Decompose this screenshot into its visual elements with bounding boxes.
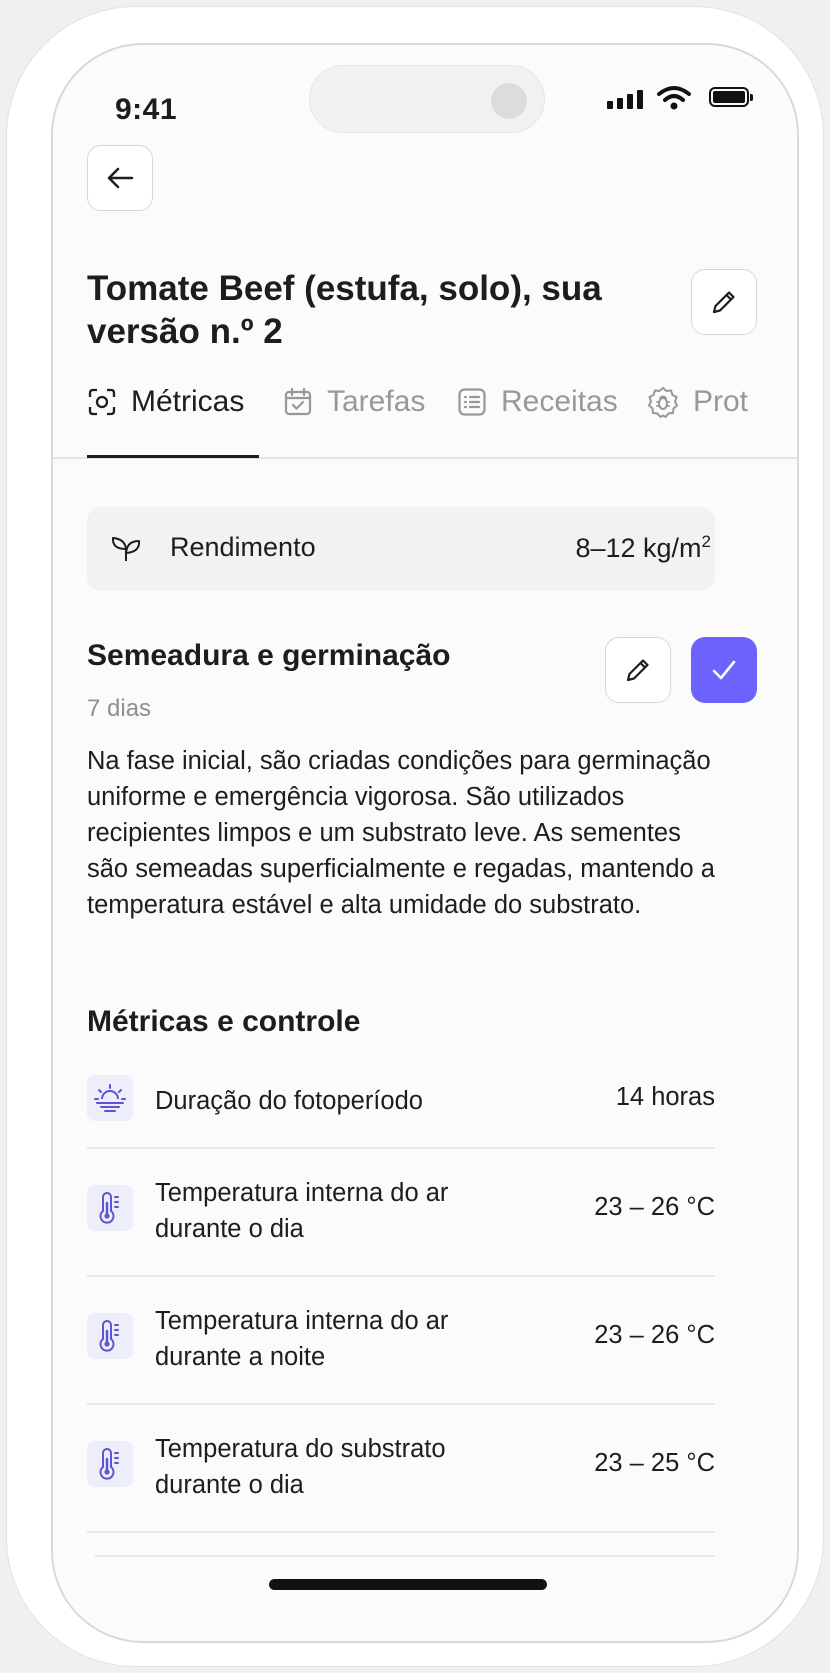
wifi-icon — [657, 86, 691, 110]
metric-row: Duração do fotoperíodo 14 horas — [87, 1055, 715, 1149]
thermometer-glyph — [99, 1448, 119, 1480]
tab-label: Métricas — [131, 385, 245, 418]
metric-label: Temperatura do substrato durante o dia — [155, 1435, 446, 1499]
thermometer-icon — [87, 1313, 133, 1359]
metric-value: 23 – 26 °C — [594, 1321, 715, 1349]
divider — [95, 1555, 715, 1557]
scan-icon — [88, 388, 116, 416]
tab-tarefas[interactable]: Tarefas — [283, 385, 425, 419]
pencil-icon — [626, 659, 649, 682]
tab-receitas[interactable]: Receitas — [457, 385, 618, 419]
arrow-left-icon — [107, 167, 134, 189]
status-time: 9:41 — [115, 93, 178, 126]
bug-icon — [647, 386, 679, 418]
thermometer-glyph — [99, 1320, 119, 1352]
metric-label: Duração do fotoperíodo — [155, 1087, 423, 1115]
back-button[interactable] — [87, 145, 153, 211]
home-indicator[interactable] — [269, 1579, 547, 1590]
active-tab-indicator — [87, 455, 259, 458]
battery-icon — [709, 87, 753, 107]
tab-bar: Métricas Tarefas Receitas Prot — [53, 385, 797, 451]
yield-value: 8–12 kg/m2 — [575, 532, 711, 564]
yield-label: Rendimento — [170, 532, 316, 562]
metric-value: 14 horas — [615, 1083, 715, 1111]
page-title: Tomate Beef (estufa, solo), sua versão n… — [87, 269, 602, 351]
cellular-signal-icon — [607, 89, 643, 109]
sunrise-glyph — [94, 1084, 126, 1112]
device-frame: 9:41 Tomate Beef (estufa, solo), sua ver… — [6, 6, 824, 1667]
thermometer-icon — [87, 1185, 133, 1231]
list-icon — [458, 388, 486, 416]
tab-label: Receitas — [501, 385, 618, 418]
metric-value: 23 – 26 °C — [594, 1193, 715, 1221]
metric-row: Temperatura do substrato durante o dia 2… — [87, 1405, 715, 1533]
yield-value-text: 8–12 kg/m — [575, 533, 702, 563]
check-icon — [712, 660, 736, 680]
yield-unit-exponent: 2 — [701, 532, 711, 551]
pencil-icon — [712, 291, 735, 314]
metric-label: Temperatura interna do ar durante o dia — [155, 1179, 449, 1243]
tab-metricas[interactable]: Métricas — [87, 385, 244, 419]
stage-duration: 7 dias — [87, 695, 152, 722]
metric-label: Temperatura interna do ar durante a noit… — [155, 1307, 449, 1371]
camera-dot — [491, 83, 527, 119]
metric-row: Temperatura interna do ar durante a noit… — [87, 1277, 715, 1405]
metric-row: Temperatura interna do ar durante o dia … — [87, 1149, 715, 1277]
edit-stage-button[interactable] — [605, 637, 671, 703]
sprout-icon — [111, 537, 141, 561]
complete-stage-button[interactable] — [691, 637, 757, 703]
edit-title-button[interactable] — [691, 269, 757, 335]
stage-title: Semeadura e germinação — [87, 639, 451, 672]
sunrise-icon — [87, 1075, 133, 1121]
calendar-check-icon — [284, 387, 312, 416]
tab-label: Prot — [693, 385, 749, 418]
metric-value: 23 – 25 °C — [594, 1449, 715, 1477]
thermometer-icon — [87, 1441, 133, 1487]
row-divider — [87, 1531, 715, 1533]
stage-description: Na fase inicial, são criadas condições p… — [87, 747, 715, 919]
app-screen: 9:41 Tomate Beef (estufa, solo), sua ver… — [51, 43, 799, 1643]
tab-protecao[interactable]: Prot — [647, 385, 748, 419]
thermometer-glyph — [99, 1192, 119, 1224]
metrics-heading: Métricas e controle — [87, 1005, 361, 1038]
tab-label: Tarefas — [327, 385, 426, 418]
